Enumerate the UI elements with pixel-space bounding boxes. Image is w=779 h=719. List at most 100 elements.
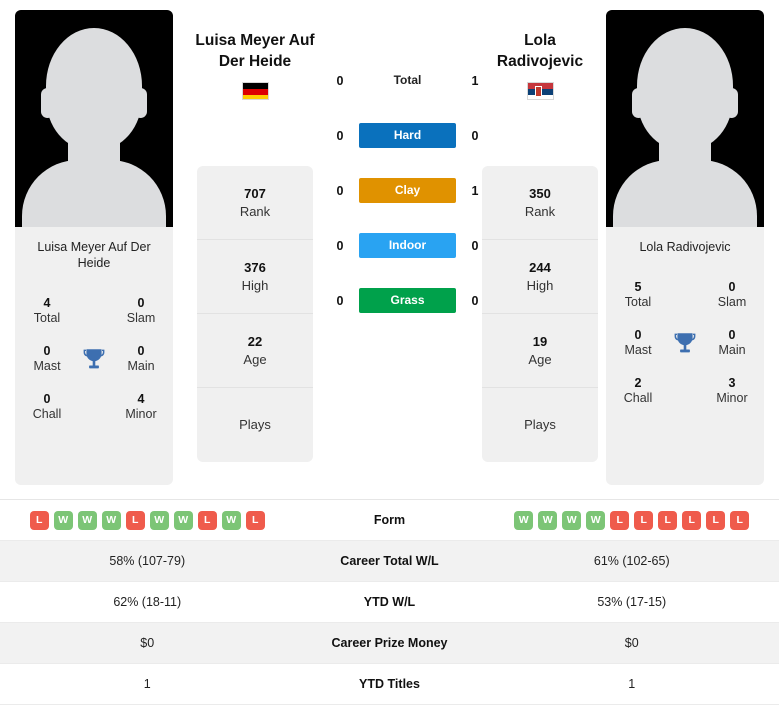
h2h-row-total: 0 Total 1 [330,62,485,99]
stats-row-ytd-titles: 1 YTD Titles 1 [0,664,779,705]
titles-spacer2-left [77,390,111,424]
form-badge-left-5[interactable]: W [149,510,169,530]
career-prize-money-left: $0 [140,636,155,650]
h2h-row-hard: 0 Hard 0 [330,117,485,154]
player-name-right-line1: Lola [524,32,556,49]
ranking-panel-left: 707 Rank 376 High 22 Age Plays [197,166,313,462]
h2h-clay-left-score: 0 [336,183,344,198]
flag-germany-icon [241,82,269,100]
rank-cell-plays-left: Plays [239,417,271,432]
player-card-right[interactable]: Lola Radivojevic 5 Total 0 Slam 0 Mast 0… [606,10,764,485]
avatar-silhouette-ear-left-icon [632,88,645,118]
form-badge-right-7[interactable]: L [682,510,702,530]
titles-grid-right: 5 Total 0 Slam 0 Mast 0 Main 2 Chall 3 M… [606,271,764,415]
player-card-left[interactable]: Luisa Meyer Auf Der Heide 4 Total 0 Slam… [15,10,173,485]
titles-chall-right: 2 Chall [623,376,653,405]
titles-total-right: 5 Total [624,280,652,309]
titles-total-left: 4 Total [33,296,61,325]
rank-cell-high-right: 244 High [482,240,598,314]
form-badge-left-0[interactable]: L [29,510,49,530]
form-badge-right-3[interactable]: W [586,510,606,530]
h2h-indoor-right-score: 0 [471,238,479,253]
player-header-left: Luisa Meyer Auf Der Heide [182,30,328,100]
h2h-hard-left-score: 0 [336,128,344,143]
form-badge-left-3[interactable]: W [101,510,121,530]
player-card-name-right: Lola Radivojevic [639,240,731,254]
player-photo-right [606,10,764,227]
titles-spacer-left [77,294,111,328]
head-to-head-surfaces: 0 Total 1 0 Hard 0 0 Clay 1 0 Indoor 0 0… [330,62,485,337]
ytd-wl-left: 62% (18-11) [113,595,182,609]
career-total-wl-left: 58% (107-79) [109,554,186,568]
flag-serbia-icon [526,82,554,100]
form-badge-left-1[interactable]: W [53,510,73,530]
player-photo-left [15,10,173,227]
h2h-indoor-pill[interactable]: Indoor [359,233,456,258]
avatar-silhouette-body-icon [613,160,757,227]
titles-row-mast-main-left: 0 Mast 0 Main [21,335,167,383]
h2h-total-right-score: 1 [471,73,479,88]
player-name-left-line1: Luisa Meyer Auf [195,32,315,49]
titles-mast-left: 0 Mast [33,344,61,373]
h2h-total-label: Total [393,73,422,87]
titles-slam-right: 0 Slam [717,280,747,309]
player-header-right: Lola Radivojevic [467,30,613,100]
h2h-clay-pill[interactable]: Clay [359,178,456,203]
form-badge-right-9[interactable]: L [730,510,750,530]
form-badges-left: LWWWLWWLWL [0,510,295,530]
titles-row-mast-main-right: 0 Mast 0 Main [612,319,758,367]
form-badge-left-6[interactable]: W [173,510,193,530]
career-total-wl-right: 61% (102-65) [593,554,670,568]
form-badge-left-7[interactable]: L [197,510,217,530]
h2h-grass-left-score: 0 [336,293,344,308]
form-badge-right-0[interactable]: W [514,510,534,530]
form-badge-left-2[interactable]: W [77,510,97,530]
form-badge-left-9[interactable]: L [245,510,265,530]
form-badge-right-6[interactable]: L [658,510,678,530]
form-badge-right-2[interactable]: W [562,510,582,530]
form-badges-right: WWWWLLLLLL [485,510,779,530]
ytd-wl-right: 53% (17-15) [597,595,667,609]
rank-cell-rank-right: 350 Rank [482,166,598,240]
form-badge-right-1[interactable]: W [538,510,558,530]
stats-row-form: LWWWLWWLWL Form WWWWLLLLLL [0,500,779,541]
titles-mast-right: 0 Mast [624,328,652,357]
avatar-silhouette-ear-left-icon [41,88,54,118]
player-name-left-line2: Der Heide [218,53,292,70]
ytd-titles-right: 1 [628,677,636,691]
rank-cell-rank-left: 707 Rank [197,166,313,240]
rank-cell-age-right: 19 Age [482,314,598,388]
ytd-titles-left: 1 [143,677,151,691]
titles-minor-left: 4 Minor [125,392,157,421]
h2h-grass-pill[interactable]: Grass [359,288,456,313]
titles-row-chall-minor-right: 2 Chall 3 Minor [612,367,758,415]
h2h-hard-pill[interactable]: Hard [359,123,456,148]
titles-minor-right: 3 Minor [716,376,748,405]
h2h-row-indoor: 0 Indoor 0 [330,227,485,264]
titles-chall-left: 0 Chall [32,392,62,421]
stats-row-career-total-wl: 58% (107-79) Career Total W/L 61% (102-6… [0,541,779,582]
form-badge-left-8[interactable]: W [221,510,241,530]
stats-label-career-prize-money: Career Prize Money [331,636,448,650]
h2h-indoor-left-score: 0 [336,238,344,253]
titles-row-total-slam-left: 4 Total 0 Slam [21,287,167,335]
ranking-panel-right: 350 Rank 244 High 19 Age Plays [482,166,598,462]
h2h-row-grass: 0 Grass 0 [330,282,485,319]
titles-spacer2-right [668,374,702,408]
h2h-clay-right-score: 1 [471,183,479,198]
form-badge-right-4[interactable]: L [610,510,630,530]
comparison-stats-table: LWWWLWWLWL Form WWWWLLLLLL 58% (107-79) … [0,499,779,705]
player-comparison-header: Luisa Meyer Auf Der Heide 4 Total 0 Slam… [0,0,779,492]
form-badge-right-8[interactable]: L [706,510,726,530]
h2h-grass-right-score: 0 [471,293,479,308]
h2h-row-clay: 0 Clay 1 [330,172,485,209]
player-name-right-line2: Radivojevic [496,53,584,70]
rank-cell-high-left: 376 High [197,240,313,314]
titles-grid-left: 4 Total 0 Slam 0 Mast 0 Main 0 Chall 4 M… [15,287,173,431]
form-badge-left-4[interactable]: L [125,510,145,530]
form-badge-right-5[interactable]: L [634,510,654,530]
h2h-total-left-score: 0 [336,73,344,88]
stats-label-career-total-wl: Career Total W/L [340,554,439,568]
stats-row-career-prize-money: $0 Career Prize Money $0 [0,623,779,664]
career-prize-money-right: $0 [624,636,639,650]
